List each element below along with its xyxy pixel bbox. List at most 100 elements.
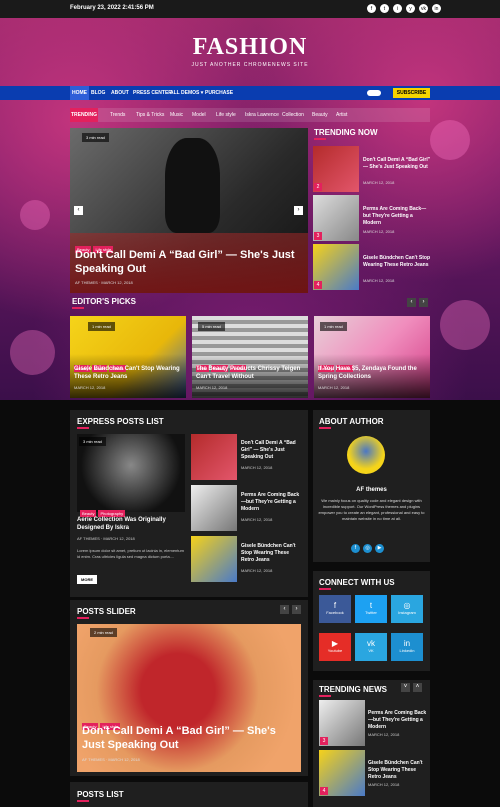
social-icons: f t i y vk in (367, 4, 441, 13)
connect-panel: CONNECT WITH US f Facebook t Twitter ◎ Inst… (313, 571, 430, 671)
tag-trends[interactable]: Trends (110, 112, 125, 118)
tag-music[interactable]: Music (170, 112, 183, 118)
nav-purchase[interactable]: PURCHASE (205, 90, 233, 96)
youtube-icon[interactable]: y (406, 4, 415, 13)
list-date: MARCH 12, 2018 (368, 732, 400, 737)
author-name: AF themes (356, 487, 387, 493)
trending-item[interactable]: 3 Perms Are Coming Back—but They're Gett… (313, 195, 430, 241)
site-tagline: JUST ANOTHER CHROMENEWS SITE (191, 62, 309, 68)
posts-prev-arrow[interactable]: ‹ (280, 605, 289, 614)
linkedin-box[interactable]: in Linkedin (391, 633, 423, 661)
facebook-box[interactable]: f Facebook (319, 595, 351, 623)
trending-date: MARCH 12, 2018 (363, 278, 395, 283)
card-title[interactable]: The Beauty Products Chrissy Teigen Can't… (196, 365, 306, 381)
vk-box[interactable]: vk VK (355, 633, 387, 661)
trending-title[interactable]: Gisele Bündchen Can't Stop Wearing These… (363, 255, 431, 269)
subscribe-button[interactable]: SUBSCRIBE (393, 88, 430, 98)
main-slider[interactable]: 3 min read Beauty Life style Don't Call D… (70, 128, 308, 293)
trending-title[interactable]: Don't Call Demi A “Bad Girl” — She's Jus… (363, 157, 431, 171)
tag-iskra[interactable]: Iskra Lawrence (245, 112, 279, 118)
tag-model[interactable]: Model (192, 112, 206, 118)
trending-item[interactable]: 4 Gisele Bündchen Can't Stop Wearing The… (313, 244, 430, 290)
author-bio: We mainly focus on quality code and eleg… (318, 498, 425, 521)
trending-label: TRENDING (70, 108, 98, 122)
posts-next-arrow[interactable]: › (292, 605, 301, 614)
slide-meta: AF THEMES · MARCH 12, 2018 (75, 280, 133, 285)
posts-slider-panel: POSTS SLIDER ‹ › 2 min read Beauty Life s… (70, 600, 308, 776)
card-date: MARCH 12, 2018 (74, 385, 106, 390)
list-thumb[interactable] (191, 485, 237, 531)
trending-news-down-arrow[interactable]: ˅ (401, 683, 410, 692)
card-date: MARCH 12, 2018 (196, 385, 228, 390)
bokeh (430, 120, 470, 160)
express-posts-panel: EXPRESS POSTS LIST 3 min read Beauty Phot… (70, 410, 308, 597)
posts-list-panel: POSTS LIST (70, 782, 308, 807)
express-meta: AF THEMES · MARCH 12, 2018 (77, 536, 135, 541)
read-time: 3 min read (79, 437, 106, 446)
trending-date: MARCH 12, 2018 (363, 180, 395, 185)
rank-number: 3 (320, 737, 328, 745)
trending-item[interactable]: 2 Don't Call Demi A “Bad Girl” — She's J… (313, 146, 430, 192)
prev-arrow[interactable]: ‹ (74, 206, 83, 215)
nav-blog[interactable]: BLOG (91, 90, 105, 96)
top-bar: February 23, 2022 2:41:56 PM f t i y vk … (0, 0, 500, 18)
card-title[interactable]: If You Have $5, Zendaya Found the Spring… (318, 365, 428, 381)
list-title[interactable]: Gisele Bündchen Can't Stop Wearing These… (368, 760, 428, 781)
read-time: 1 min read (88, 322, 115, 331)
youtube-icon[interactable]: ▶ (375, 544, 384, 553)
editors-pick-card[interactable]: 1 min read Beauty Trends If You Have $5, … (314, 316, 430, 398)
picks-prev-arrow[interactable]: ‹ (407, 298, 416, 307)
posts-slider-title[interactable]: Don't Call Demi A “Bad Girl” — She's Jus… (82, 724, 292, 752)
author-social: f ◎ ▶ (351, 544, 384, 553)
instagram-icon[interactable]: i (393, 4, 402, 13)
list-title[interactable]: Perms Are Coming Back—but They're Gettin… (368, 710, 428, 731)
nav-home[interactable]: HOME (70, 86, 89, 100)
nav-press-center[interactable]: PRESS CENTER (133, 90, 172, 96)
about-heading: ABOUT AUTHOR (319, 417, 384, 429)
linkedin-icon[interactable]: in (432, 4, 441, 13)
twitter-icon[interactable]: t (380, 4, 389, 13)
twitter-box[interactable]: t Twitter (355, 595, 387, 623)
tag-tips[interactable]: Tips & Tricks (136, 112, 164, 118)
rank-number: 4 (320, 787, 328, 795)
trending-news-up-arrow[interactable]: ˄ (413, 683, 422, 692)
tag-beauty[interactable]: Beauty (312, 112, 328, 118)
site-title[interactable]: FASHION (0, 34, 500, 61)
dark-mode-toggle[interactable] (367, 90, 381, 96)
about-author-panel: ABOUT AUTHOR AF themes We mainly focus o… (313, 410, 430, 562)
site-branding: FASHION JUST ANOTHER CHROMENEWS SITE (0, 34, 500, 68)
trending-title[interactable]: Perms Are Coming Back—but They're Gettin… (363, 206, 431, 227)
list-title[interactable]: Don't Call Demi A “Bad Girl” — She's Jus… (241, 440, 301, 461)
list-date: MARCH 12, 2018 (368, 782, 400, 787)
list-date: MARCH 12, 2018 (241, 465, 273, 470)
tag-lifestyle[interactable]: Life style (216, 112, 236, 118)
list-title[interactable]: Gisele Bündchen Can't Stop Wearing These… (241, 543, 301, 564)
nav-about[interactable]: ABOUT (111, 90, 129, 96)
list-title[interactable]: Perms Are Coming Back—but They're Gettin… (241, 492, 301, 513)
express-excerpt: Lorem ipsum dolor sit amet, pretium ut l… (77, 548, 184, 559)
read-time: 3 min read (82, 133, 109, 142)
facebook-icon[interactable]: f (367, 4, 376, 13)
list-thumb[interactable] (191, 434, 237, 480)
card-title[interactable]: Gisele Bündchen Can't Stop Wearing These… (74, 365, 184, 381)
express-main-title[interactable]: Aerie Collection Was Originally Designed… (77, 516, 187, 532)
editors-pick-card[interactable]: 1 min read Beauty Model Trends Gisele Bünd… (70, 316, 186, 398)
youtube-box[interactable]: ▶ Youtube (319, 633, 351, 661)
facebook-icon[interactable]: f (351, 544, 360, 553)
tag-artist[interactable]: Artist (336, 112, 347, 118)
posts-slider-heading: POSTS SLIDER (77, 607, 136, 619)
instagram-box[interactable]: ◎ Instagram (391, 595, 423, 623)
instagram-icon[interactable]: ◎ (363, 544, 372, 553)
editors-pick-card[interactable]: 5 min read Artist Beauty Trends The Beauty… (192, 316, 308, 398)
nav-all-demos[interactable]: ALL DEMOS ▾ (170, 90, 203, 96)
author-avatar (347, 436, 385, 474)
trending-tags-bar: TRENDING Trends Tips & Tricks Music Mode… (70, 108, 430, 122)
slide-title[interactable]: Don't Call Demi A “Bad Girl” — She's Jus… (75, 248, 295, 276)
rank-number: 3 (314, 232, 322, 240)
vk-icon[interactable]: vk (419, 4, 428, 13)
tag-collection[interactable]: Collection (282, 112, 304, 118)
picks-next-arrow[interactable]: › (419, 298, 428, 307)
next-arrow[interactable]: › (294, 206, 303, 215)
more-button[interactable]: MORE (77, 575, 97, 584)
list-thumb[interactable] (191, 536, 237, 582)
